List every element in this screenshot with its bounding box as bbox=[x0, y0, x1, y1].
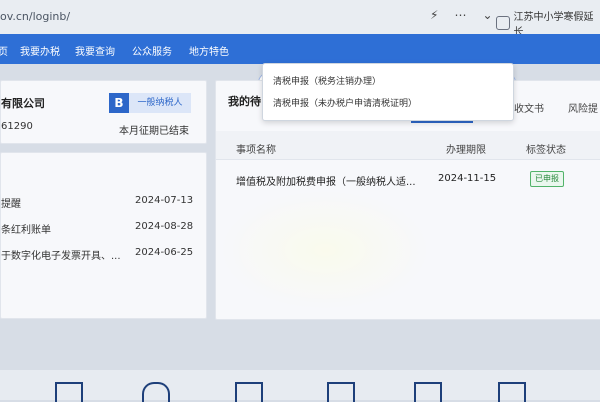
home-icon[interactable] bbox=[142, 382, 170, 402]
column-header: 标签状态 bbox=[526, 145, 566, 156]
nav-item-public[interactable]: 公众服务 bbox=[132, 43, 172, 58]
company-id: 61290 bbox=[1, 121, 33, 132]
nav-item-tax[interactable]: 我要办税 bbox=[20, 43, 60, 58]
more-dots-icon[interactable]: ⋯ bbox=[454, 8, 466, 22]
message-title: 条红利账单 bbox=[1, 225, 51, 236]
period-status: 本月征期已结束 bbox=[119, 126, 189, 137]
chevron-down-icon[interactable]: ⌄ bbox=[482, 8, 492, 22]
column-header: 办理期限 bbox=[446, 145, 486, 156]
ticket-icon[interactable] bbox=[414, 382, 442, 402]
browser-icons: ⚡ ⋯ ⌄ bbox=[430, 8, 493, 22]
nav-item-query[interactable]: 我要查询 bbox=[75, 43, 115, 58]
status-badge: 已申报 bbox=[530, 171, 564, 187]
company-name: 有限公司 bbox=[1, 97, 45, 110]
message-title: 于数字化电子发票开具、... bbox=[1, 251, 121, 262]
search-suggestions: 清税申报（税务注销办理） 清税申报（未办税户申请清税证明） bbox=[262, 63, 514, 121]
card-icon[interactable] bbox=[498, 382, 526, 402]
company-panel: 有限公司 61290 B 一般纳税人 本月征期已结束 bbox=[0, 80, 207, 144]
suggestion-item[interactable]: 清税申报（税务注销办理） bbox=[273, 74, 381, 87]
column-header: 事项名称 bbox=[236, 145, 276, 156]
calendar-icon[interactable] bbox=[235, 382, 263, 402]
lightning-icon[interactable]: ⚡ bbox=[430, 8, 438, 22]
message-date: 2024-06-25 bbox=[135, 247, 194, 258]
messages-panel: 提醒 2024-07-13 条红利账单 2024-08-28 于数字化电子发票开… bbox=[0, 152, 207, 319]
top-navigation: 页 我要办税 我要查询 公众服务 地方特色 I × bbox=[0, 34, 600, 94]
nav-item-local[interactable]: 地方特色 bbox=[189, 43, 229, 58]
profile-icon bbox=[496, 16, 510, 30]
message-date: 2024-08-28 bbox=[135, 221, 194, 232]
document-icon[interactable] bbox=[55, 382, 83, 402]
receipt-icon[interactable] bbox=[327, 382, 355, 402]
taxpayer-type-badge[interactable]: 一般纳税人 bbox=[129, 93, 191, 113]
todo-title: 我的待 bbox=[228, 95, 261, 108]
suggestion-item[interactable]: 清税申报（未办税户申请清税证明） bbox=[273, 96, 417, 109]
address-bar[interactable]: ov.cn/loginb/ bbox=[0, 10, 70, 23]
shortcut-bar bbox=[0, 370, 600, 402]
active-tab-indicator bbox=[411, 121, 473, 123]
browser-toolbar: ov.cn/loginb/ ⚡ ⋯ ⌄ 江苏中小学寒假延长 bbox=[0, 0, 600, 38]
nav-item-home[interactable]: 页 bbox=[0, 43, 8, 58]
tab-risk[interactable]: 风险提 bbox=[568, 100, 598, 115]
table-row[interactable]: 增值税及附加税费申报（一般纳税人适... 2024-11-15 已申报 bbox=[216, 167, 600, 189]
table-header: 事项名称 办理期限 标签状态 bbox=[216, 131, 600, 160]
message-date: 2024-07-13 bbox=[135, 195, 194, 206]
message-title: 提醒 bbox=[1, 199, 21, 210]
tab-documents[interactable]: 收文书 bbox=[514, 100, 544, 115]
credit-badge: B bbox=[109, 93, 129, 113]
todo-name: 增值税及附加税费申报（一般纳税人适... bbox=[236, 177, 416, 188]
todo-deadline: 2024-11-15 bbox=[438, 173, 497, 184]
